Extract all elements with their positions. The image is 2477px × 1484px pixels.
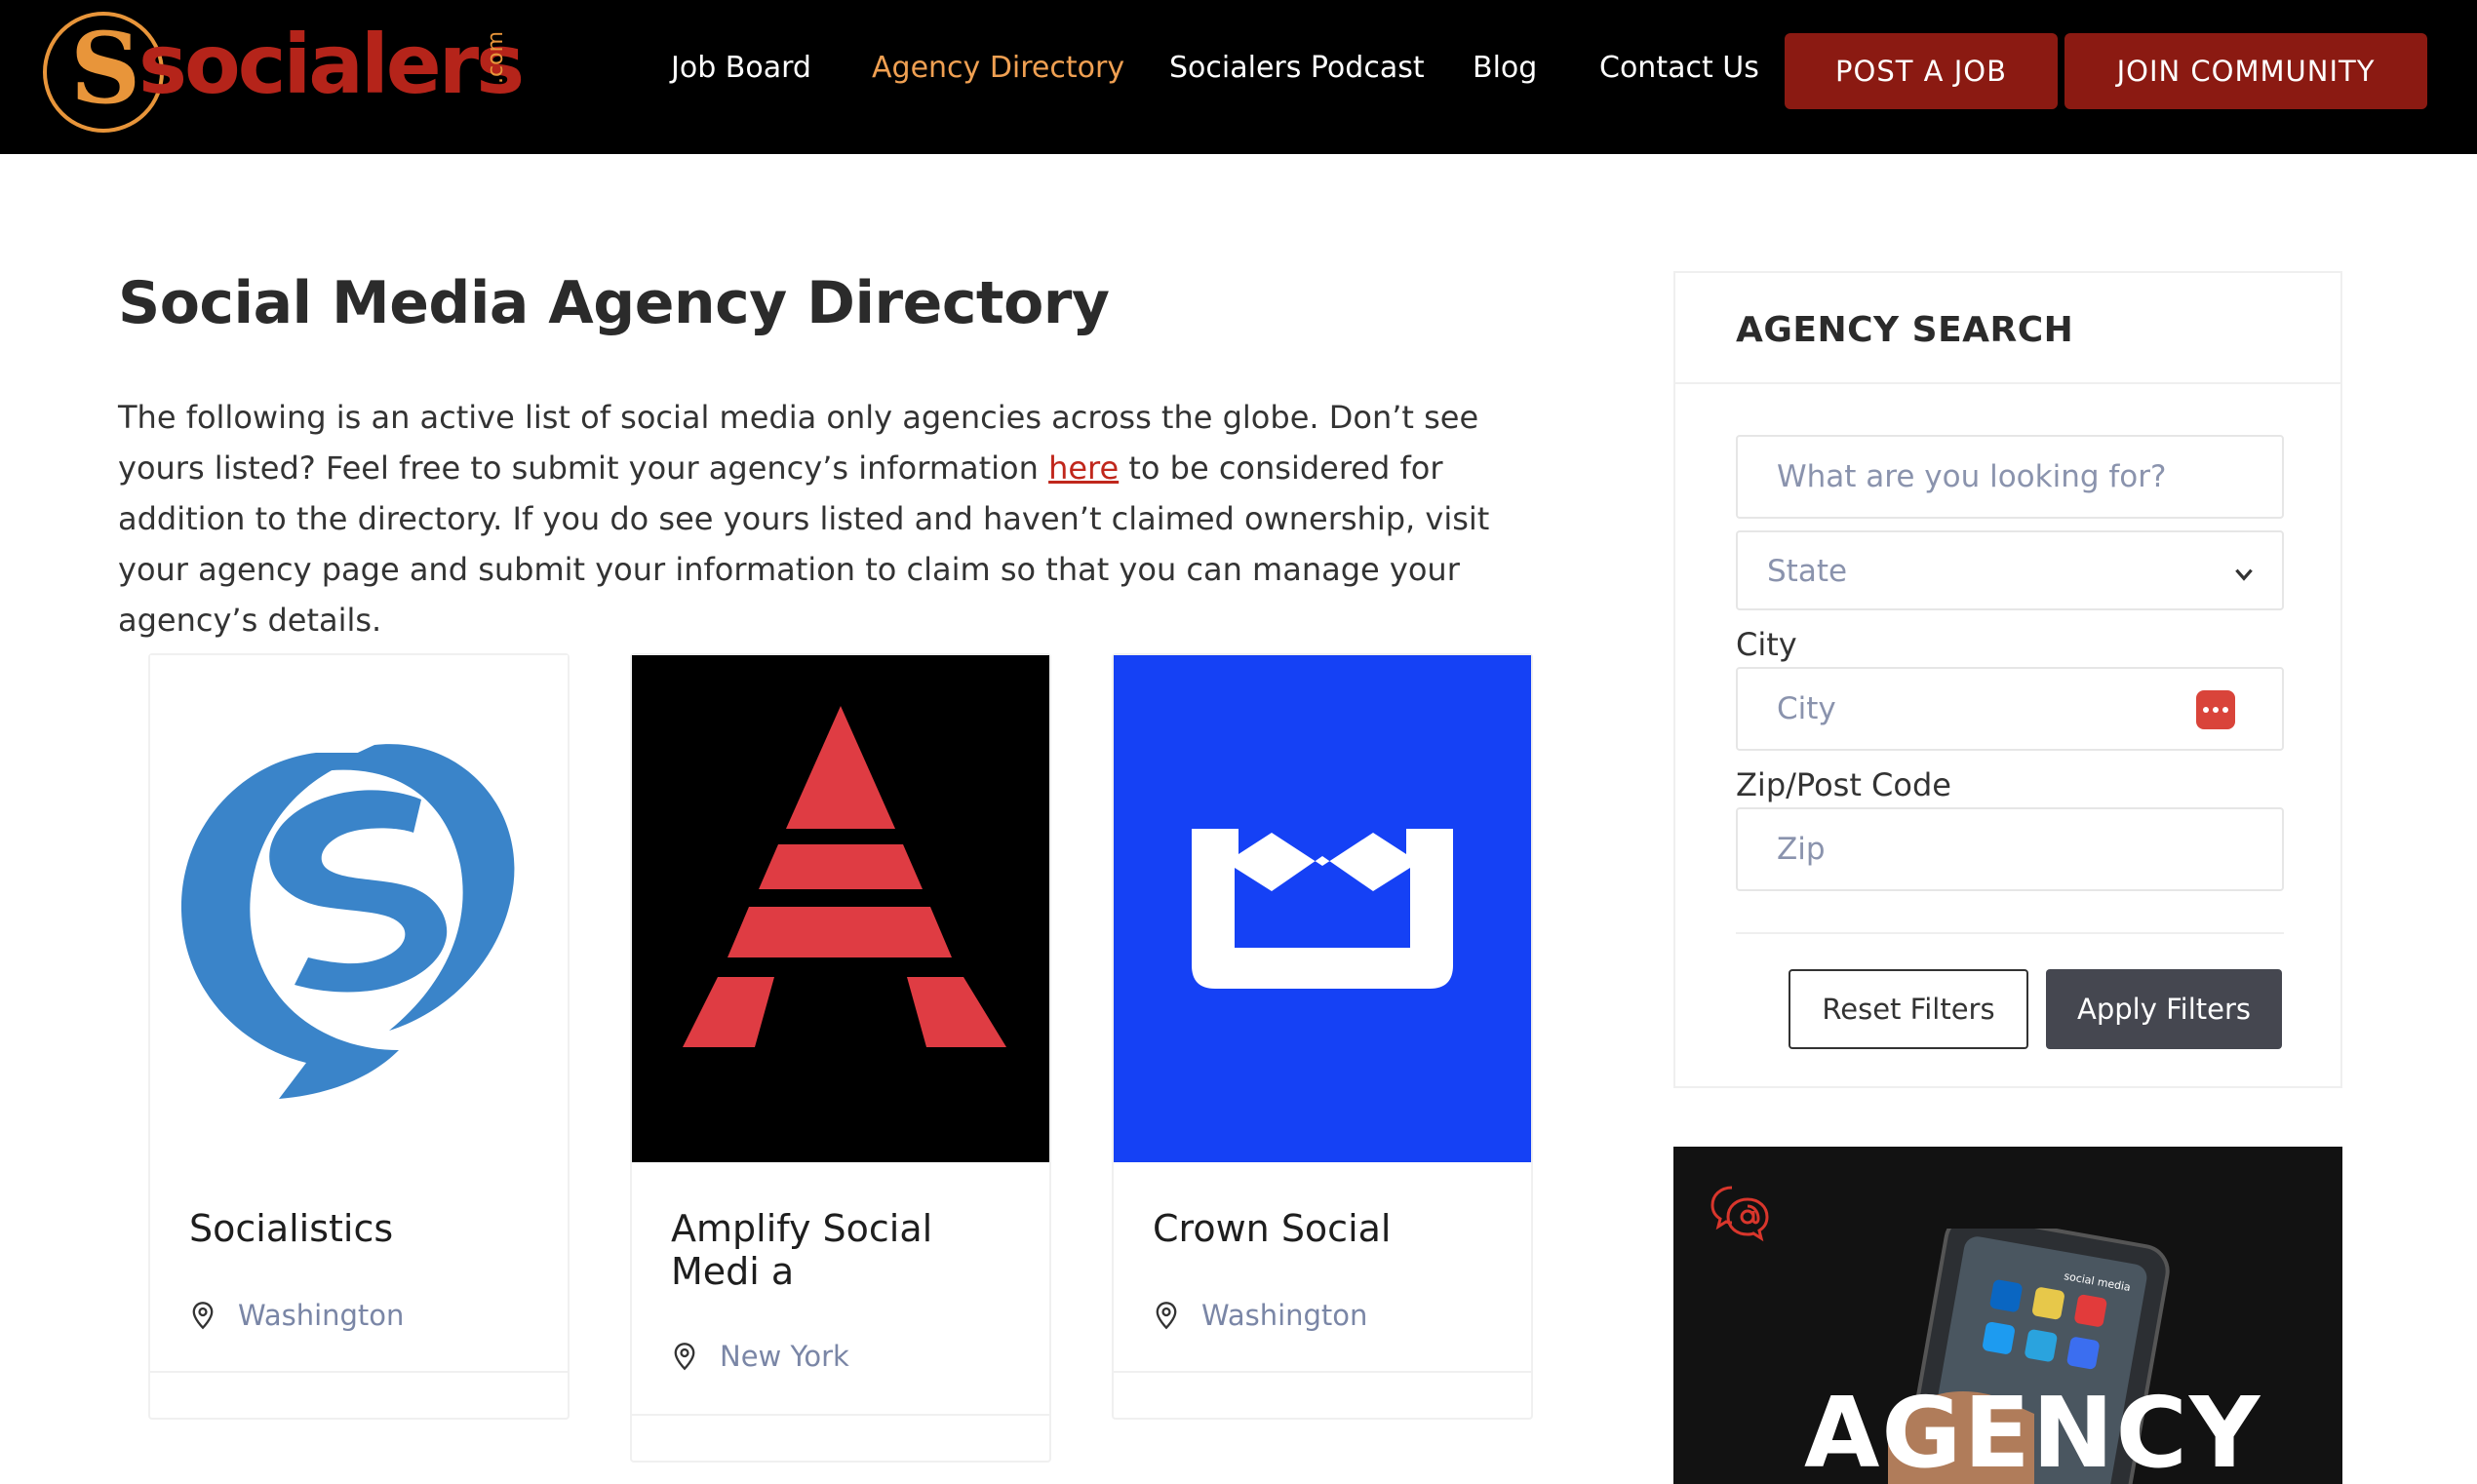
card-footer — [632, 1414, 1049, 1416]
chat-at-icon — [1710, 1186, 1769, 1242]
agency-card-crown-social[interactable]: Crown Social Washington — [1112, 653, 1533, 1420]
chevron-down-icon — [2235, 568, 2253, 581]
map-pin-icon — [1156, 1302, 1177, 1330]
agency-search-panel: AGENCY SEARCH State City Zip/Post Code R… — [1673, 271, 2342, 1088]
agency-location-text: Washington — [1201, 1299, 1368, 1332]
zip-label: Zip/Post Code — [1736, 766, 1951, 803]
logo-mark: S — [70, 11, 141, 126]
crown-logo — [1192, 829, 1453, 989]
agency-promo-banner[interactable]: social media AGENCY — [1673, 1147, 2342, 1484]
divider — [1675, 382, 2340, 384]
city-label: City — [1736, 626, 1797, 663]
state-select-value: State — [1767, 554, 1848, 589]
submit-agency-link[interactable]: here — [1048, 449, 1119, 487]
agency-logo-socialistics[interactable] — [150, 655, 568, 1162]
map-pin-icon — [192, 1302, 214, 1330]
agency-location-text: Washington — [238, 1299, 405, 1332]
agency-name[interactable]: Amplify Social Medi a — [671, 1207, 1022, 1293]
agency-search-title: AGENCY SEARCH — [1736, 310, 2074, 350]
card-footer — [1114, 1371, 1531, 1373]
promo-headline: AGENCY — [1804, 1376, 2262, 1484]
agency-logo-amplify[interactable] — [632, 655, 1049, 1162]
keyword-search-input[interactable] — [1738, 437, 2282, 517]
zip-field[interactable] — [1736, 807, 2284, 891]
logo-tld: .com — [484, 31, 508, 84]
agency-name[interactable]: Socialistics — [189, 1207, 540, 1250]
intro-paragraph: The following is an active list of socia… — [118, 392, 1561, 645]
page-title: Social Media Agency Directory — [118, 269, 1110, 337]
nav-contact-us[interactable]: Contact Us — [1599, 51, 1759, 85]
post-a-job-button[interactable]: POST A JOB — [1785, 33, 2058, 109]
site-header: S socialers .com Job Board Agency Direct… — [0, 0, 2477, 154]
map-pin-icon — [674, 1343, 695, 1371]
apply-filters-button[interactable]: Apply Filters — [2046, 969, 2282, 1049]
nav-socialers-podcast[interactable]: Socialers Podcast — [1169, 51, 1425, 85]
join-community-button[interactable]: JOIN COMMUNITY — [2064, 33, 2427, 109]
nav-job-board[interactable]: Job Board — [671, 51, 811, 85]
agency-location: Washington — [189, 1299, 404, 1332]
zip-input[interactable] — [1738, 809, 2282, 889]
agency-name[interactable]: Crown Social — [1153, 1207, 1504, 1250]
striped-a-logo — [683, 706, 1006, 1047]
logo-wordmark: socialers — [138, 17, 525, 112]
nav-agency-directory[interactable]: Agency Directory — [872, 51, 1124, 85]
card-footer — [150, 1371, 568, 1373]
socialers-logo[interactable]: S socialers .com — [43, 10, 531, 137]
keyword-field[interactable] — [1736, 435, 2284, 519]
agency-logo-crown-social[interactable] — [1114, 655, 1531, 1162]
nav-blog[interactable]: Blog — [1473, 51, 1537, 85]
city-field[interactable] — [1736, 667, 2284, 751]
agency-card-amplify-social-media[interactable]: Amplify Social Medi a New York — [630, 653, 1051, 1463]
speech-bubble-s-logo — [180, 744, 515, 1099]
agency-card-socialistics[interactable]: Socialistics Washington — [148, 653, 570, 1420]
agency-location: New York — [671, 1340, 849, 1373]
agency-location-text: New York — [720, 1340, 849, 1373]
reset-filters-button[interactable]: Reset Filters — [1789, 969, 2028, 1049]
divider — [1736, 932, 2284, 934]
agency-location: Washington — [1153, 1299, 1367, 1332]
state-select[interactable]: State — [1736, 530, 2284, 610]
password-manager-icon[interactable] — [2196, 690, 2235, 729]
